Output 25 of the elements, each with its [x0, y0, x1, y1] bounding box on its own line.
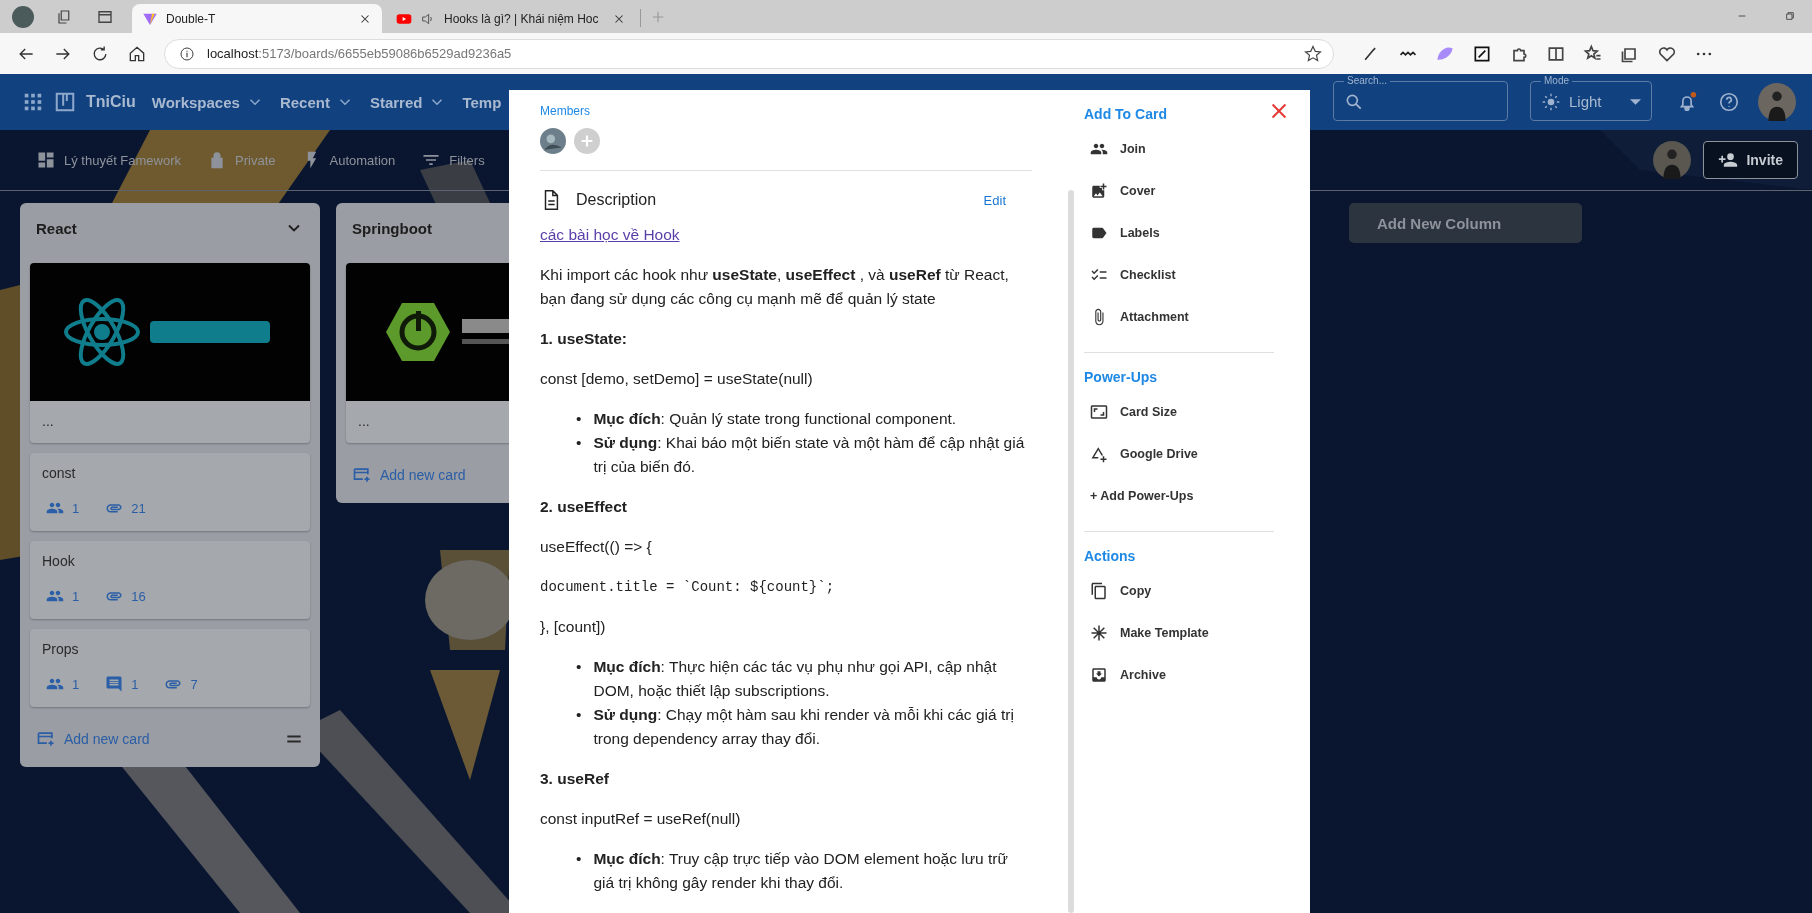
menu-button[interactable]: Starred: [367, 87, 425, 117]
tab-actions-icon[interactable]: [96, 8, 114, 26]
section-title: Add To Card: [1084, 106, 1168, 122]
menu-button[interactable]: Recent: [277, 87, 332, 117]
info-icon[interactable]: [179, 45, 195, 62]
board-logo-icon[interactable]: [54, 91, 76, 113]
browser-tab[interactable]: Hooks là gì? | Khái niệm Hoc: [386, 4, 636, 33]
members-label: Members: [540, 104, 591, 118]
search-field[interactable]: Search...: [1333, 75, 1508, 121]
brand-name[interactable]: TniCiu: [86, 93, 136, 111]
address-bar[interactable]: localhost:5173/boards/6655eb59086b6529ad9236a5: [164, 38, 1334, 69]
user-avatar[interactable]: [1758, 83, 1796, 121]
menu-button[interactable]: Temp: [460, 87, 504, 117]
profile-avatar[interactable]: [12, 6, 34, 28]
tab-title: Double-T: [166, 11, 217, 26]
caret-icon: [1630, 98, 1641, 105]
mode-select[interactable]: Mode Light: [1530, 75, 1652, 121]
apps-grid-icon[interactable]: [22, 91, 44, 113]
tab-title: Hooks là gì? | Khái niệm Hoc: [444, 11, 600, 26]
menu-button[interactable]: Workspaces: [149, 87, 242, 117]
help-icon[interactable]: [1718, 91, 1740, 113]
browser-tab[interactable]: Double-T: [132, 4, 382, 33]
star-icon[interactable]: [1303, 43, 1323, 64]
sun-icon: [1541, 91, 1561, 112]
url-text: localhost:5173/boards/6655eb59086b6529ad9236a5: [207, 46, 512, 61]
